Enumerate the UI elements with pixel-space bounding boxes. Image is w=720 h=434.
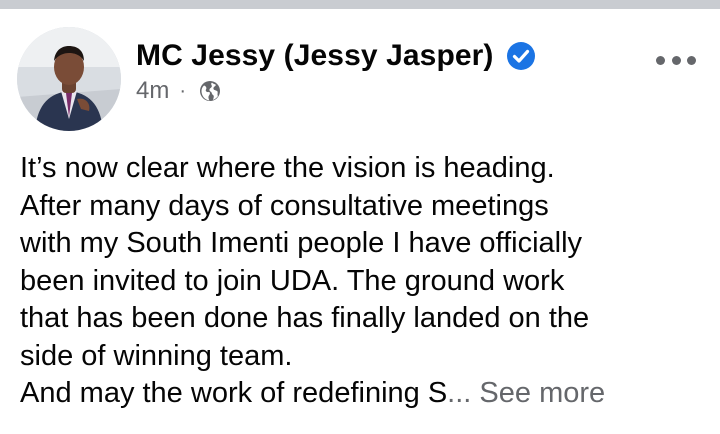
post-text: It’s now clear where the vision is headi… [20, 150, 710, 413]
top-divider [0, 0, 720, 9]
post-text-last-line: And may the work of redefining S... See … [20, 375, 710, 413]
more-dot [656, 55, 665, 65]
more-dot [671, 55, 681, 65]
meta-separator: · [179, 79, 187, 102]
globe-icon[interactable] [198, 79, 222, 103]
verified-badge-icon [506, 41, 536, 71]
post-text-line: with my South Imenti people I have offic… [20, 227, 583, 259]
post-text-line: side of winning team. [20, 339, 293, 372]
see-more-link[interactable]: See more [479, 377, 605, 409]
more-dot [687, 55, 696, 65]
post-text-truncated: And may the work of redefining S [20, 377, 448, 409]
post-text-line: After many days of consultative meetings [20, 189, 549, 222]
post-timestamp[interactable]: 4m [136, 77, 169, 105]
avatar-photo-icon [17, 27, 121, 131]
truncation-ellipsis: ... [447, 377, 472, 409]
post-text-line: It’s now clear where the vision is headi… [20, 152, 555, 184]
post-text-line: been invited to join UDA. The ground wor… [20, 264, 565, 297]
author-avatar[interactable] [17, 27, 121, 131]
author-name[interactable]: MC Jessy (Jessy Jasper) [136, 39, 494, 73]
more-options-icon[interactable] [656, 50, 696, 70]
post-text-line: that has been done has finally landed on… [20, 302, 590, 334]
